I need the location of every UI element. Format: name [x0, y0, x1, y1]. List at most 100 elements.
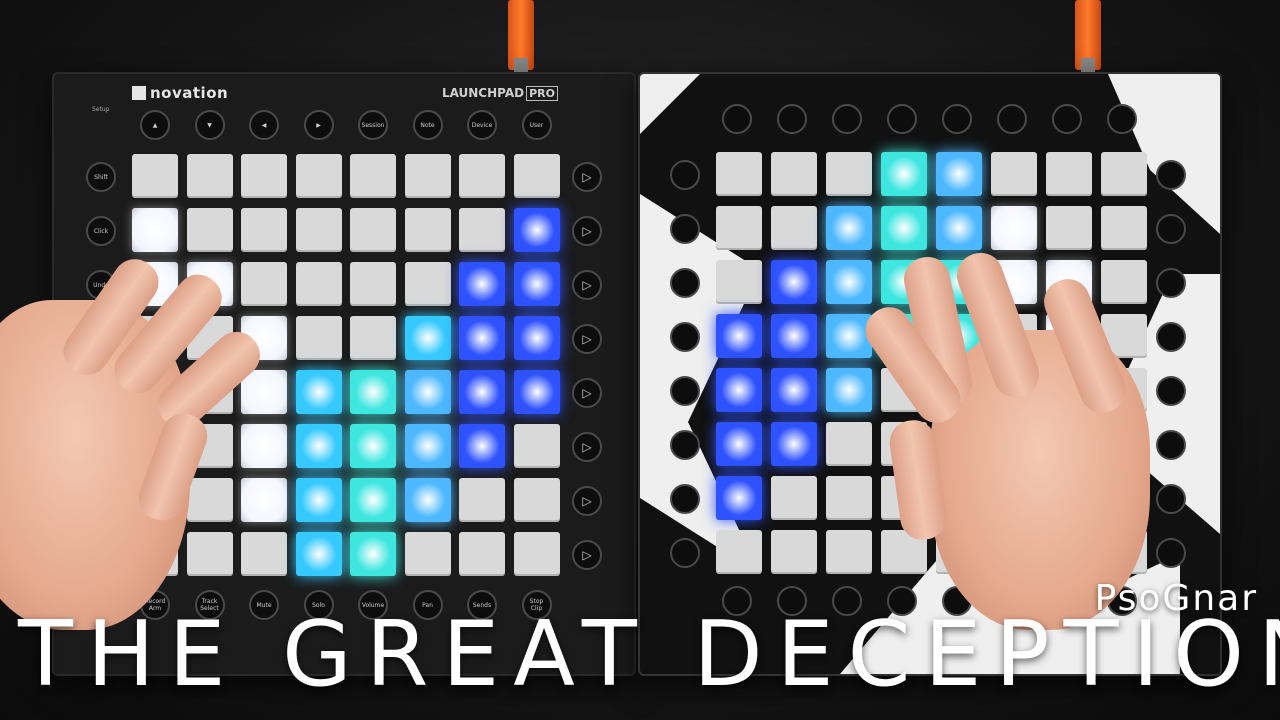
pad[interactable] [404, 154, 451, 198]
top-button-4[interactable]: ▶ [303, 110, 334, 140]
pad[interactable] [459, 208, 505, 252]
pad[interactable] [241, 208, 287, 252]
top-button-8[interactable] [1107, 104, 1137, 134]
pad-lit[interactable] [350, 370, 396, 414]
scene-launch-button-6[interactable] [1156, 430, 1186, 460]
pad-lit[interactable] [513, 262, 560, 306]
pad-lit[interactable] [991, 206, 1037, 250]
scene-launch-button-3[interactable] [1156, 268, 1186, 298]
pad[interactable] [771, 530, 817, 574]
top-button-2[interactable] [777, 104, 807, 134]
pad-lit[interactable] [459, 424, 505, 468]
pad[interactable] [241, 154, 287, 198]
pad-lit[interactable] [716, 368, 762, 412]
pad[interactable] [350, 316, 396, 360]
pad-lit[interactable] [295, 532, 342, 576]
pad-lit[interactable] [241, 424, 287, 468]
pad[interactable] [295, 262, 342, 306]
pad[interactable] [295, 154, 342, 198]
pad-lit[interactable] [350, 532, 396, 576]
pad-lit[interactable] [350, 424, 396, 468]
scene-launch-button-5[interactable]: ▷ [572, 378, 602, 408]
pad[interactable] [350, 262, 396, 306]
pad-lit[interactable] [771, 260, 817, 304]
side-button-2[interactable] [670, 214, 700, 244]
pad[interactable] [350, 154, 396, 198]
pad[interactable] [459, 154, 505, 198]
top-button-3[interactable] [832, 104, 862, 134]
top-button-5[interactable]: Session [358, 110, 388, 140]
pad-lit[interactable] [771, 314, 817, 358]
pad-lit[interactable] [826, 206, 872, 250]
pad[interactable] [716, 206, 762, 250]
pad[interactable] [771, 476, 817, 520]
pad-lit[interactable] [826, 260, 872, 304]
side-button-5[interactable] [670, 376, 700, 406]
pad[interactable] [241, 532, 287, 576]
scene-launch-button-5[interactable] [1156, 376, 1186, 406]
top-button-6[interactable] [997, 104, 1027, 134]
pad-lit[interactable] [404, 370, 451, 414]
pad[interactable] [186, 478, 233, 522]
pad[interactable] [513, 532, 560, 576]
pad[interactable] [513, 154, 560, 198]
pad-lit[interactable] [826, 368, 872, 412]
side-button-1[interactable] [670, 160, 700, 190]
pad[interactable] [1101, 206, 1147, 250]
pad[interactable] [771, 206, 817, 250]
pad-lit[interactable] [404, 478, 451, 522]
pad-lit[interactable] [513, 208, 560, 252]
pad[interactable] [771, 152, 817, 196]
pad-lit[interactable] [295, 424, 342, 468]
pad[interactable] [350, 208, 396, 252]
pad-lit[interactable] [404, 424, 451, 468]
pad[interactable] [295, 316, 342, 360]
pad[interactable] [186, 532, 233, 576]
pad-lit[interactable] [350, 478, 396, 522]
pad[interactable] [716, 260, 762, 304]
pad-lit[interactable] [241, 370, 287, 414]
pad-lit[interactable] [459, 316, 505, 360]
pad-lit[interactable] [459, 370, 505, 414]
top-button-3[interactable]: ◀ [249, 110, 279, 140]
scene-launch-button-8[interactable] [1156, 538, 1186, 568]
pad-lit[interactable] [881, 152, 927, 196]
scene-launch-button-1[interactable]: ▷ [572, 162, 602, 192]
pad[interactable] [1046, 152, 1092, 196]
pad[interactable] [404, 532, 451, 576]
pad[interactable] [241, 262, 287, 306]
top-button-1[interactable]: ▲ [140, 110, 170, 140]
scene-launch-button-4[interactable]: ▷ [572, 324, 602, 354]
top-button-6[interactable]: Note [412, 110, 443, 140]
side-button-6[interactable] [670, 430, 700, 460]
pad[interactable] [1046, 206, 1092, 250]
pad[interactable] [1101, 260, 1147, 304]
pad-lit[interactable] [295, 478, 342, 522]
pad[interactable] [826, 476, 872, 520]
pad-lit[interactable] [513, 316, 560, 360]
pad-lit[interactable] [771, 422, 817, 466]
scene-launch-button-7[interactable] [1156, 484, 1186, 514]
pad-lit[interactable] [716, 422, 762, 466]
scene-launch-button-6[interactable]: ▷ [572, 432, 602, 462]
top-button-2[interactable]: ▼ [194, 110, 225, 140]
pad-lit[interactable] [936, 152, 982, 196]
pad[interactable] [826, 152, 872, 196]
scene-launch-button-8[interactable]: ▷ [572, 540, 602, 570]
side-button-3[interactable] [670, 268, 700, 298]
top-button-7[interactable]: Device [467, 110, 497, 140]
pad-lit[interactable] [881, 206, 927, 250]
top-button-4[interactable] [887, 104, 917, 134]
pad[interactable] [132, 154, 178, 198]
pad-lit[interactable] [716, 314, 762, 358]
top-button-1[interactable] [722, 104, 752, 134]
side-button-2[interactable]: Click [86, 216, 116, 246]
top-button-7[interactable] [1052, 104, 1082, 134]
pad[interactable] [186, 208, 233, 252]
scene-launch-button-1[interactable] [1156, 160, 1186, 190]
pad-lit[interactable] [241, 478, 287, 522]
pad-lit[interactable] [771, 368, 817, 412]
pad-lit[interactable] [404, 316, 451, 360]
pad[interactable] [991, 152, 1037, 196]
pad[interactable] [459, 478, 505, 522]
